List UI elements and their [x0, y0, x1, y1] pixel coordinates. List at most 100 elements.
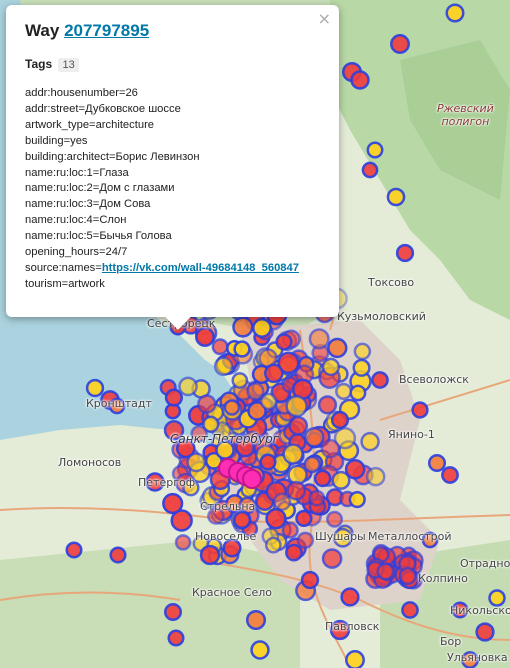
map-marker[interactable]: [366, 141, 384, 159]
map-marker[interactable]: [348, 490, 366, 509]
map-marker[interactable]: [163, 602, 183, 622]
map-marker[interactable]: [199, 544, 221, 566]
map-marker[interactable]: [386, 187, 406, 207]
map-marker[interactable]: [361, 161, 379, 179]
map-marker[interactable]: [275, 333, 293, 351]
tag-row: name:ru:loc:5=Бычья Голова: [25, 229, 321, 245]
tag-row: tourism=artwork: [25, 277, 321, 293]
map-marker[interactable]: [285, 543, 303, 562]
map-marker[interactable]: [223, 399, 241, 416]
map-marker[interactable]: [202, 415, 220, 433]
map-marker[interactable]: [264, 536, 282, 554]
map-marker[interactable]: [295, 509, 313, 528]
map-marker[interactable]: [231, 372, 249, 389]
map-marker[interactable]: [320, 438, 341, 459]
map-marker[interactable]: [233, 340, 251, 358]
map-marker[interactable]: [353, 342, 372, 361]
map-marker[interactable]: [232, 510, 252, 530]
map-marker[interactable]: [252, 318, 272, 338]
map-marker[interactable]: [411, 401, 429, 419]
map-marker[interactable]: [186, 452, 207, 473]
map-marker[interactable]: [259, 453, 277, 471]
map-marker[interactable]: [162, 492, 184, 515]
map-marker[interactable]: [211, 338, 229, 356]
map-marker[interactable]: [445, 3, 465, 23]
map-marker[interactable]: [390, 34, 410, 54]
tag-text: name:ru:loc:3=Дом Сова: [25, 198, 151, 211]
map-marker[interactable]: [327, 337, 348, 359]
map-marker[interactable]: [345, 650, 365, 668]
map-marker[interactable]: [164, 388, 183, 407]
map-marker[interactable]: [352, 358, 371, 377]
map-marker[interactable]: [296, 531, 314, 549]
map-marker[interactable]: [109, 546, 127, 564]
popup-title: Way 207797895: [25, 21, 321, 41]
map-marker[interactable]: [398, 566, 417, 586]
map-marker[interactable]: [401, 601, 419, 619]
map-marker[interactable]: [475, 622, 495, 642]
tag-text: source:names=: [25, 261, 102, 274]
tag-row: name:ru:loc:4=Слон: [25, 213, 321, 229]
tag-text: name:ru:loc:5=Бычья Голова: [25, 230, 172, 243]
map-marker[interactable]: [263, 363, 284, 384]
map-marker[interactable]: [285, 394, 308, 418]
map-marker[interactable]: [335, 382, 353, 400]
tag-link[interactable]: https://vk.com/wall-49684148_560847: [102, 262, 299, 274]
map-marker[interactable]: [321, 357, 341, 377]
map-marker[interactable]: [308, 328, 330, 350]
tag-text: name:ru:loc:1=Глаза: [25, 166, 129, 179]
map-marker[interactable]: [167, 629, 185, 647]
map-marker[interactable]: [246, 382, 265, 401]
map-marker[interactable]: [85, 378, 105, 398]
map-marker[interactable]: [317, 395, 338, 415]
map-marker[interactable]: [395, 243, 415, 263]
map-marker[interactable]: [265, 508, 287, 530]
close-icon[interactable]: ×: [318, 9, 331, 28]
tag-text: opening_hours=24/7: [25, 246, 128, 259]
map-marker[interactable]: [303, 455, 321, 474]
map-marker[interactable]: [282, 443, 304, 465]
map-marker[interactable]: [360, 431, 380, 452]
label-ulyanovka: Ульяновка: [447, 651, 508, 664]
map-marker[interactable]: [350, 70, 370, 90]
map-marker[interactable]: [340, 587, 360, 607]
map-marker[interactable]: [65, 541, 83, 559]
label-metallostroy: Металлострой: [368, 530, 452, 543]
map-marker[interactable]: [259, 392, 278, 411]
map-marker[interactable]: [286, 480, 307, 501]
map-marker[interactable]: [232, 316, 254, 338]
map-marker[interactable]: [288, 416, 309, 436]
highlight-marker[interactable]: [242, 469, 262, 489]
way-id-link[interactable]: 207797895: [64, 21, 149, 40]
map-marker[interactable]: [303, 426, 325, 448]
map-marker[interactable]: [331, 470, 351, 490]
map-marker[interactable]: [308, 489, 326, 507]
label-spb: Санкт-Петербург: [170, 432, 279, 446]
map-marker[interactable]: [197, 394, 217, 414]
tag-text: addr:housenumber=26: [25, 87, 138, 99]
map-marker[interactable]: [213, 356, 234, 377]
tag-row: addr:street=Дубковское шоссе: [25, 102, 321, 118]
label-vsevolozhsk: Всеволожск: [399, 373, 469, 386]
map-marker[interactable]: [371, 371, 389, 389]
map-marker[interactable]: [441, 466, 459, 484]
map-marker[interactable]: [195, 327, 215, 347]
map-marker[interactable]: [272, 492, 292, 511]
map-marker[interactable]: [349, 384, 367, 402]
map-marker[interactable]: [174, 534, 192, 551]
map-marker[interactable]: [321, 548, 343, 569]
map-marker[interactable]: [330, 410, 350, 430]
map-marker[interactable]: [178, 376, 198, 397]
map-marker[interactable]: [245, 609, 267, 631]
map-marker[interactable]: [281, 521, 299, 539]
map-marker[interactable]: [250, 640, 270, 660]
map-marker[interactable]: [427, 453, 447, 473]
map-marker[interactable]: [300, 570, 320, 590]
map-marker[interactable]: [376, 562, 395, 581]
map-marker[interactable]: [326, 510, 344, 528]
tag-row: building=yes: [25, 134, 321, 150]
label-kronshtadt: Кронштадт: [86, 397, 152, 410]
tags-label: Tags: [25, 57, 53, 71]
map-marker[interactable]: [365, 466, 386, 487]
map-marker[interactable]: [313, 469, 332, 488]
